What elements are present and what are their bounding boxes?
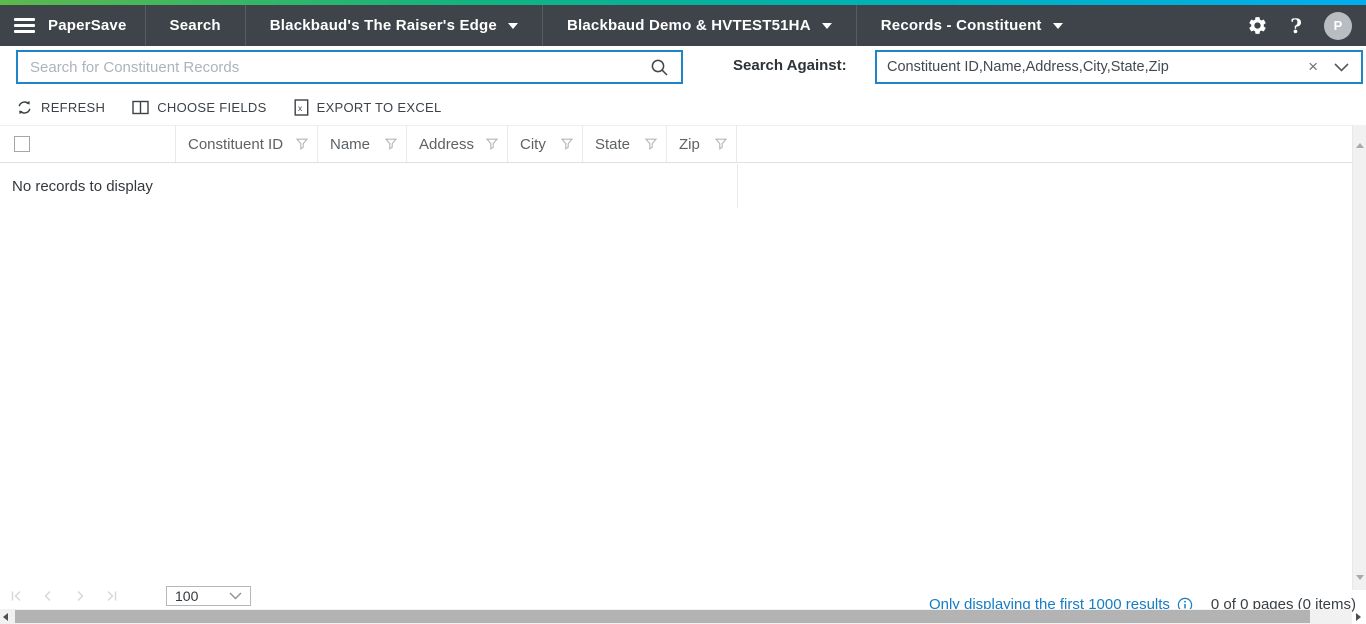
chevron-left-icon xyxy=(40,588,56,604)
scroll-right-arrow-icon[interactable] xyxy=(1356,613,1361,621)
choose-fields-label: CHOOSE FIELDS xyxy=(157,99,267,115)
nav-dropdown-record-type[interactable]: Records - Constituent xyxy=(857,5,1087,46)
last-page-button[interactable] xyxy=(104,588,120,604)
scroll-left-arrow-icon[interactable] xyxy=(3,613,8,621)
brand-label: PaperSave xyxy=(48,17,127,34)
navbar-right-actions: ? P xyxy=(1247,5,1366,46)
nav-brand[interactable]: PaperSave xyxy=(0,5,145,46)
column-header-state[interactable]: State xyxy=(583,126,667,162)
choose-fields-button[interactable]: CHOOSE FIELDS xyxy=(132,100,266,115)
page-size-value: 100 xyxy=(175,588,199,604)
column-label: Name xyxy=(330,135,371,153)
filter-funnel-icon[interactable] xyxy=(645,138,657,150)
scroll-down-arrow-icon[interactable] xyxy=(1356,575,1364,580)
column-header-zip[interactable]: Zip xyxy=(667,126,737,162)
grid-empty-row: No records to display xyxy=(0,164,738,208)
hamburger-menu-icon[interactable] xyxy=(14,18,35,33)
seek-last-icon xyxy=(104,588,120,604)
clear-selection-button[interactable]: × xyxy=(1296,57,1330,77)
chevron-down-icon xyxy=(229,592,250,600)
next-page-button[interactable] xyxy=(72,588,88,604)
papersave-search-window: PaperSave Search Blackbaud's The Raiser'… xyxy=(0,0,1366,624)
refresh-label: REFRESH xyxy=(41,99,106,115)
column-label: Zip xyxy=(679,135,700,153)
vertical-scrollbar[interactable] xyxy=(1352,125,1366,590)
excel-icon: x xyxy=(294,98,309,116)
columns-icon xyxy=(132,100,149,115)
grid-toolbar: REFRESH CHOOSE FIELDS x EXPORT TO EXCEL xyxy=(16,91,442,123)
close-icon: × xyxy=(1308,57,1318,76)
nav-dropdown-database[interactable]: Blackbaud Demo & HVTEST51HA xyxy=(543,5,856,46)
question-mark-icon: ? xyxy=(1290,13,1302,38)
select-all-checkbox[interactable] xyxy=(14,136,30,152)
column-label: City xyxy=(520,135,546,153)
export-to-excel-button[interactable]: x EXPORT TO EXCEL xyxy=(294,98,442,116)
select-all-cell xyxy=(0,126,176,162)
user-avatar[interactable]: P xyxy=(1324,11,1352,40)
search-against-select[interactable]: Constituent ID,Name,Address,City,State,Z… xyxy=(875,50,1363,84)
nav-dropdown-integration[interactable]: Blackbaud's The Raiser's Edge xyxy=(246,5,542,46)
chevron-down-icon xyxy=(1052,22,1063,29)
help-button[interactable]: ? xyxy=(1290,14,1302,38)
settings-button[interactable] xyxy=(1247,15,1268,36)
filter-funnel-icon[interactable] xyxy=(486,138,498,150)
chevron-down-icon xyxy=(821,22,832,29)
chevron-down-icon xyxy=(1334,62,1349,72)
search-against-label: Search Against: xyxy=(733,57,847,74)
filter-funnel-icon[interactable] xyxy=(561,138,573,150)
column-label: Constituent ID xyxy=(188,135,284,153)
column-header-name[interactable]: Name xyxy=(318,126,407,162)
integration-label: Blackbaud's The Raiser's Edge xyxy=(269,17,497,34)
column-header-city[interactable]: City xyxy=(508,126,583,162)
filter-funnel-icon[interactable] xyxy=(385,138,397,150)
record-type-label: Records - Constituent xyxy=(880,17,1042,34)
filter-funnel-icon[interactable] xyxy=(715,138,727,150)
scroll-up-arrow-icon[interactable] xyxy=(1356,143,1364,148)
export-to-excel-label: EXPORT TO EXCEL xyxy=(316,99,442,115)
svg-text:x: x xyxy=(298,103,303,113)
column-label: State xyxy=(595,135,631,153)
search-input[interactable] xyxy=(18,58,650,76)
refresh-icon xyxy=(16,99,33,116)
column-label: Address xyxy=(419,135,475,153)
horizontal-scrollbar[interactable] xyxy=(0,609,1352,624)
gear-icon xyxy=(1247,15,1268,36)
filter-funnel-icon[interactable] xyxy=(296,138,308,150)
column-header-constituent-id[interactable]: Constituent ID xyxy=(176,126,318,162)
grid-header-row: Constituent ID Name Address City State Z… xyxy=(0,125,1352,163)
nav-tab-search[interactable]: Search xyxy=(146,5,245,46)
open-dropdown-button[interactable] xyxy=(1330,62,1361,72)
top-navbar: PaperSave Search Blackbaud's The Raiser'… xyxy=(0,5,1366,46)
refresh-button[interactable]: REFRESH xyxy=(16,99,105,116)
page-size-select[interactable]: 100 xyxy=(166,586,251,606)
no-records-message: No records to display xyxy=(12,177,153,195)
chevron-right-icon xyxy=(72,588,88,604)
search-icon xyxy=(650,58,669,77)
avatar-initial: P xyxy=(1333,18,1343,33)
previous-page-button[interactable] xyxy=(40,588,56,604)
column-header-address[interactable]: Address xyxy=(407,126,508,162)
seek-first-icon xyxy=(8,588,24,604)
search-button[interactable] xyxy=(650,58,669,77)
search-box xyxy=(16,50,683,84)
search-against-value: Constituent ID,Name,Address,City,State,Z… xyxy=(887,59,1169,75)
first-page-button[interactable] xyxy=(8,588,24,604)
chevron-down-icon xyxy=(507,22,518,29)
database-label: Blackbaud Demo & HVTEST51HA xyxy=(566,17,811,34)
nav-tab-search-label: Search xyxy=(169,17,221,34)
horizontal-scrollbar-thumb[interactable] xyxy=(15,610,1310,623)
